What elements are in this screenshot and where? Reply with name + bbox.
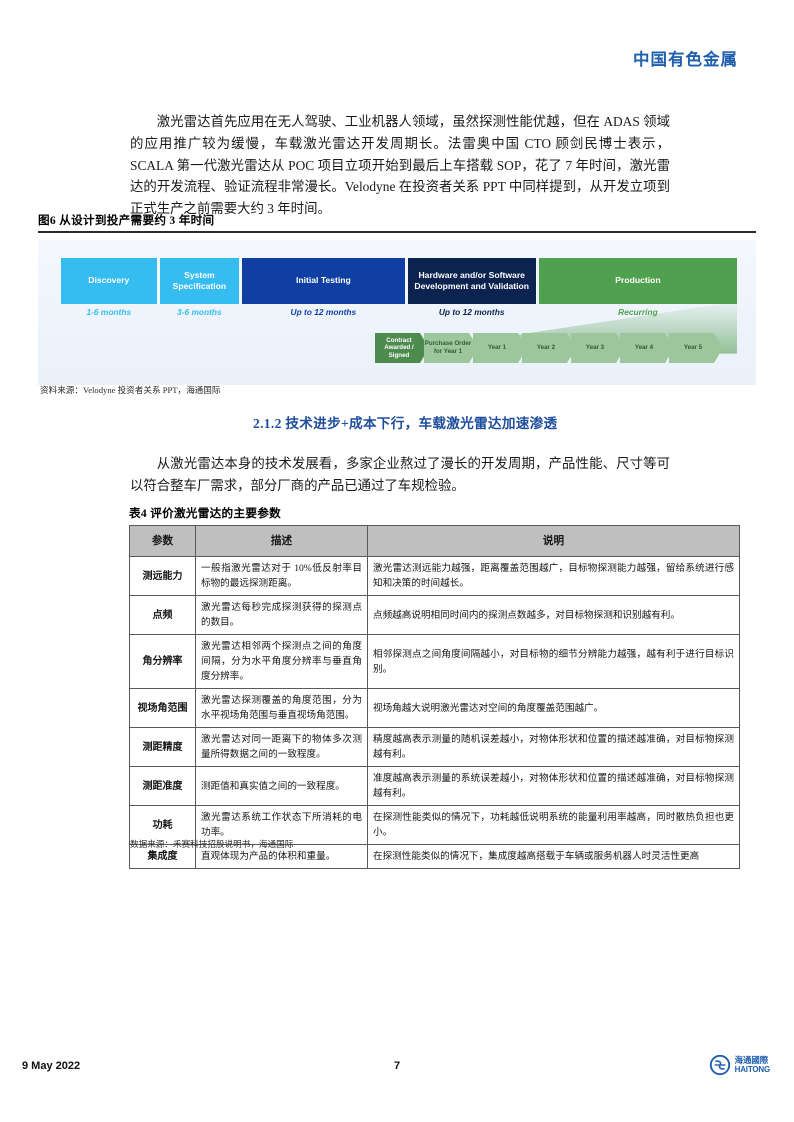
param-note-cell: 相邻探测点之间角度间隔越小，对目标物的细节分辨能力越强，越有利于进行目标识别。 <box>367 634 740 689</box>
param-note-cell: 点频越高说明相同时间内的探测点数越多，对目标物探测和识别越有利。 <box>367 595 740 635</box>
table-row: 角分辨率 激光雷达相邻两个探测点之间的角度间隔，分为水平角度分辨率与垂直角度分辨率… <box>129 634 740 689</box>
timeline-chevron-2: Purchase Order for Year 1 <box>424 333 478 363</box>
param-name-cell: 测距准度 <box>129 766 196 806</box>
param-description-cell: 激光雷达探测覆盖的角度范围，分为水平视场角范围与垂直视场角范围。 <box>195 688 368 728</box>
page-header: 中国有色金属 <box>0 46 794 70</box>
table-header-row: 参数 描述 说明 <box>129 525 740 557</box>
param-name-cell: 测距精度 <box>129 727 196 767</box>
table-4-source: 数据来源：禾赛科技招股说明书，海通国际 <box>130 839 294 849</box>
process-stage-3: Initial Testing <box>242 257 405 304</box>
param-name-cell: 测远能力 <box>129 556 196 596</box>
param-note-cell: 在探测性能类似的情况下，集成度越高搭载于车辆或服务机器人时灵活性更高 <box>367 844 740 869</box>
table-column-header-3: 说明 <box>367 525 740 557</box>
param-note-cell: 精度越高表示测量的随机误差越小，对物体形状和位置的描述越准确，对目标物探测越有利… <box>367 727 740 767</box>
second-paragraph: 从激光雷达本身的技术发展看，多家企业熬过了漫长的开发周期，产品性能、尺寸等可以符… <box>130 456 670 493</box>
section-heading-2-1-2: 2.1.2 技术进步+成本下行，车载激光雷达加速渗透 <box>253 416 558 431</box>
param-name-cell: 视场角范围 <box>129 688 196 728</box>
param-description-cell: 测距值和真实值之间的一致程度。 <box>195 766 368 806</box>
param-name-cell: 点频 <box>129 595 196 635</box>
figure-6-source: 资料来源：Velodyne 投资者关系 PPT，海通国际 <box>40 385 221 395</box>
param-note-cell: 激光雷达测远能力越强，距离覆盖范围越广，目标物探测能力越强，留给系统进行感知和决… <box>367 556 740 596</box>
param-note-cell: 准度越高表示测量的系统误差越小，对物体形状和位置的描述越准确，对目标物探测越有利… <box>367 766 740 806</box>
timeline-chevron-4: Year 2 <box>522 333 576 363</box>
process-duration-4: Up to 12 months <box>438 306 505 317</box>
table-4-title: 表4 评价激光雷达的主要参数 <box>129 507 282 520</box>
timeline-chevron-row: Contract Awarded / Signed Purchase Order … <box>375 333 718 363</box>
process-duration-1: 1-6 months <box>86 306 132 317</box>
timeline-chevron-5: Year 3 <box>571 333 625 363</box>
process-stage-row: Discovery System Specification Initial Tes… <box>61 257 738 304</box>
haitong-logo-en: HAITONG <box>734 1065 771 1074</box>
table-row: 测距精度 激光雷达对同一距离下的物体多次测量所得数据之间的一致程度。 精度越高表示测… <box>129 727 740 767</box>
table-column-header-1: 参数 <box>129 525 196 557</box>
haitong-mark-icon <box>709 1054 730 1076</box>
param-description-cell: 一般指激光雷达对于 10%低反射率目标物的最远探测距离。 <box>195 556 368 596</box>
param-description-cell: 激光雷达每秒完成探测获得的探测点的数目。 <box>195 595 368 635</box>
process-stage-5: Production <box>538 257 738 304</box>
process-stage-1: Discovery <box>61 257 157 304</box>
haitong-logo-text: 海通國際 HAITONG <box>734 1056 771 1074</box>
parameters-table: 参数 描述 说明 测远能力 一般指激光雷达对于 10%低反射率目标物的最远探测距离。激… <box>129 525 740 869</box>
param-name-cell: 角分辨率 <box>129 634 196 689</box>
table-column-header-2: 描述 <box>195 525 368 557</box>
table-row: 视场角范围 激光雷达探测覆盖的角度范围，分为水平视场角范围与垂直视场角范围。 视场角… <box>129 688 740 728</box>
haitong-logo-cn: 海通國際 <box>734 1056 769 1065</box>
intro-paragraph: 激光雷达首先应用在无人驾驶、工业机器人领域，虽然探测性能优越，但在 ADAS 领… <box>130 114 670 216</box>
process-stage-4: Hardware and/or Software Development and… <box>407 257 536 304</box>
figure-6-rule <box>38 231 756 233</box>
table-row: 测远能力 一般指激光雷达对于 10%低反射率目标物的最远探测距离。 激光雷达测远能力… <box>129 556 740 596</box>
footer-page-number: 7 <box>393 1060 401 1072</box>
haitong-logo: 海通國際 HAITONG <box>709 1054 770 1076</box>
param-note-cell: 视场角越大说明激光雷达对空间的角度覆盖范围越广。 <box>367 688 740 728</box>
timeline-chevron-7: Year 5 <box>669 333 723 363</box>
figure-6-title: 图6 从设计到投产需要约 3 年时间 <box>38 214 215 227</box>
publication-brand: 中国有色金属 <box>633 50 738 69</box>
timeline-chevron-3: Year 1 <box>473 333 527 363</box>
timeline-chevron-1: Contract Awarded / Signed <box>375 333 429 363</box>
param-description-cell: 激光雷达对同一距离下的物体多次测量所得数据之间的一致程度。 <box>195 727 368 767</box>
table-row: 点频 激光雷达每秒完成探测获得的探测点的数目。 点频越高说明相同时间内的探测点数越多… <box>129 595 740 635</box>
process-stage-2: System Specification <box>159 257 240 304</box>
table-4: 表4 评价激光雷达的主要参数 参数 描述 说明 测远能力 一般指激光雷达对于 10%低… <box>129 505 740 869</box>
page-footer: 9 May 2022 7 海通國際 HAITONG <box>0 1052 794 1094</box>
table-row: 测距准度 测距值和真实值之间的一致程度。 准度越高表示测量的系统误差越小，对物体形状… <box>129 766 740 806</box>
process-duration-3: Up to 12 months <box>290 306 357 317</box>
timeline-chevron-6: Year 4 <box>620 333 674 363</box>
param-description-cell: 激光雷达相邻两个探测点之间的角度间隔，分为水平角度分辨率与垂直角度分辨率。 <box>195 634 368 689</box>
process-duration-2: 3-6 months <box>177 306 222 317</box>
param-note-cell: 在探测性能类似的情况下，功耗越低说明系统的能量利用率越高，同时散热负担也更小。 <box>367 805 740 845</box>
